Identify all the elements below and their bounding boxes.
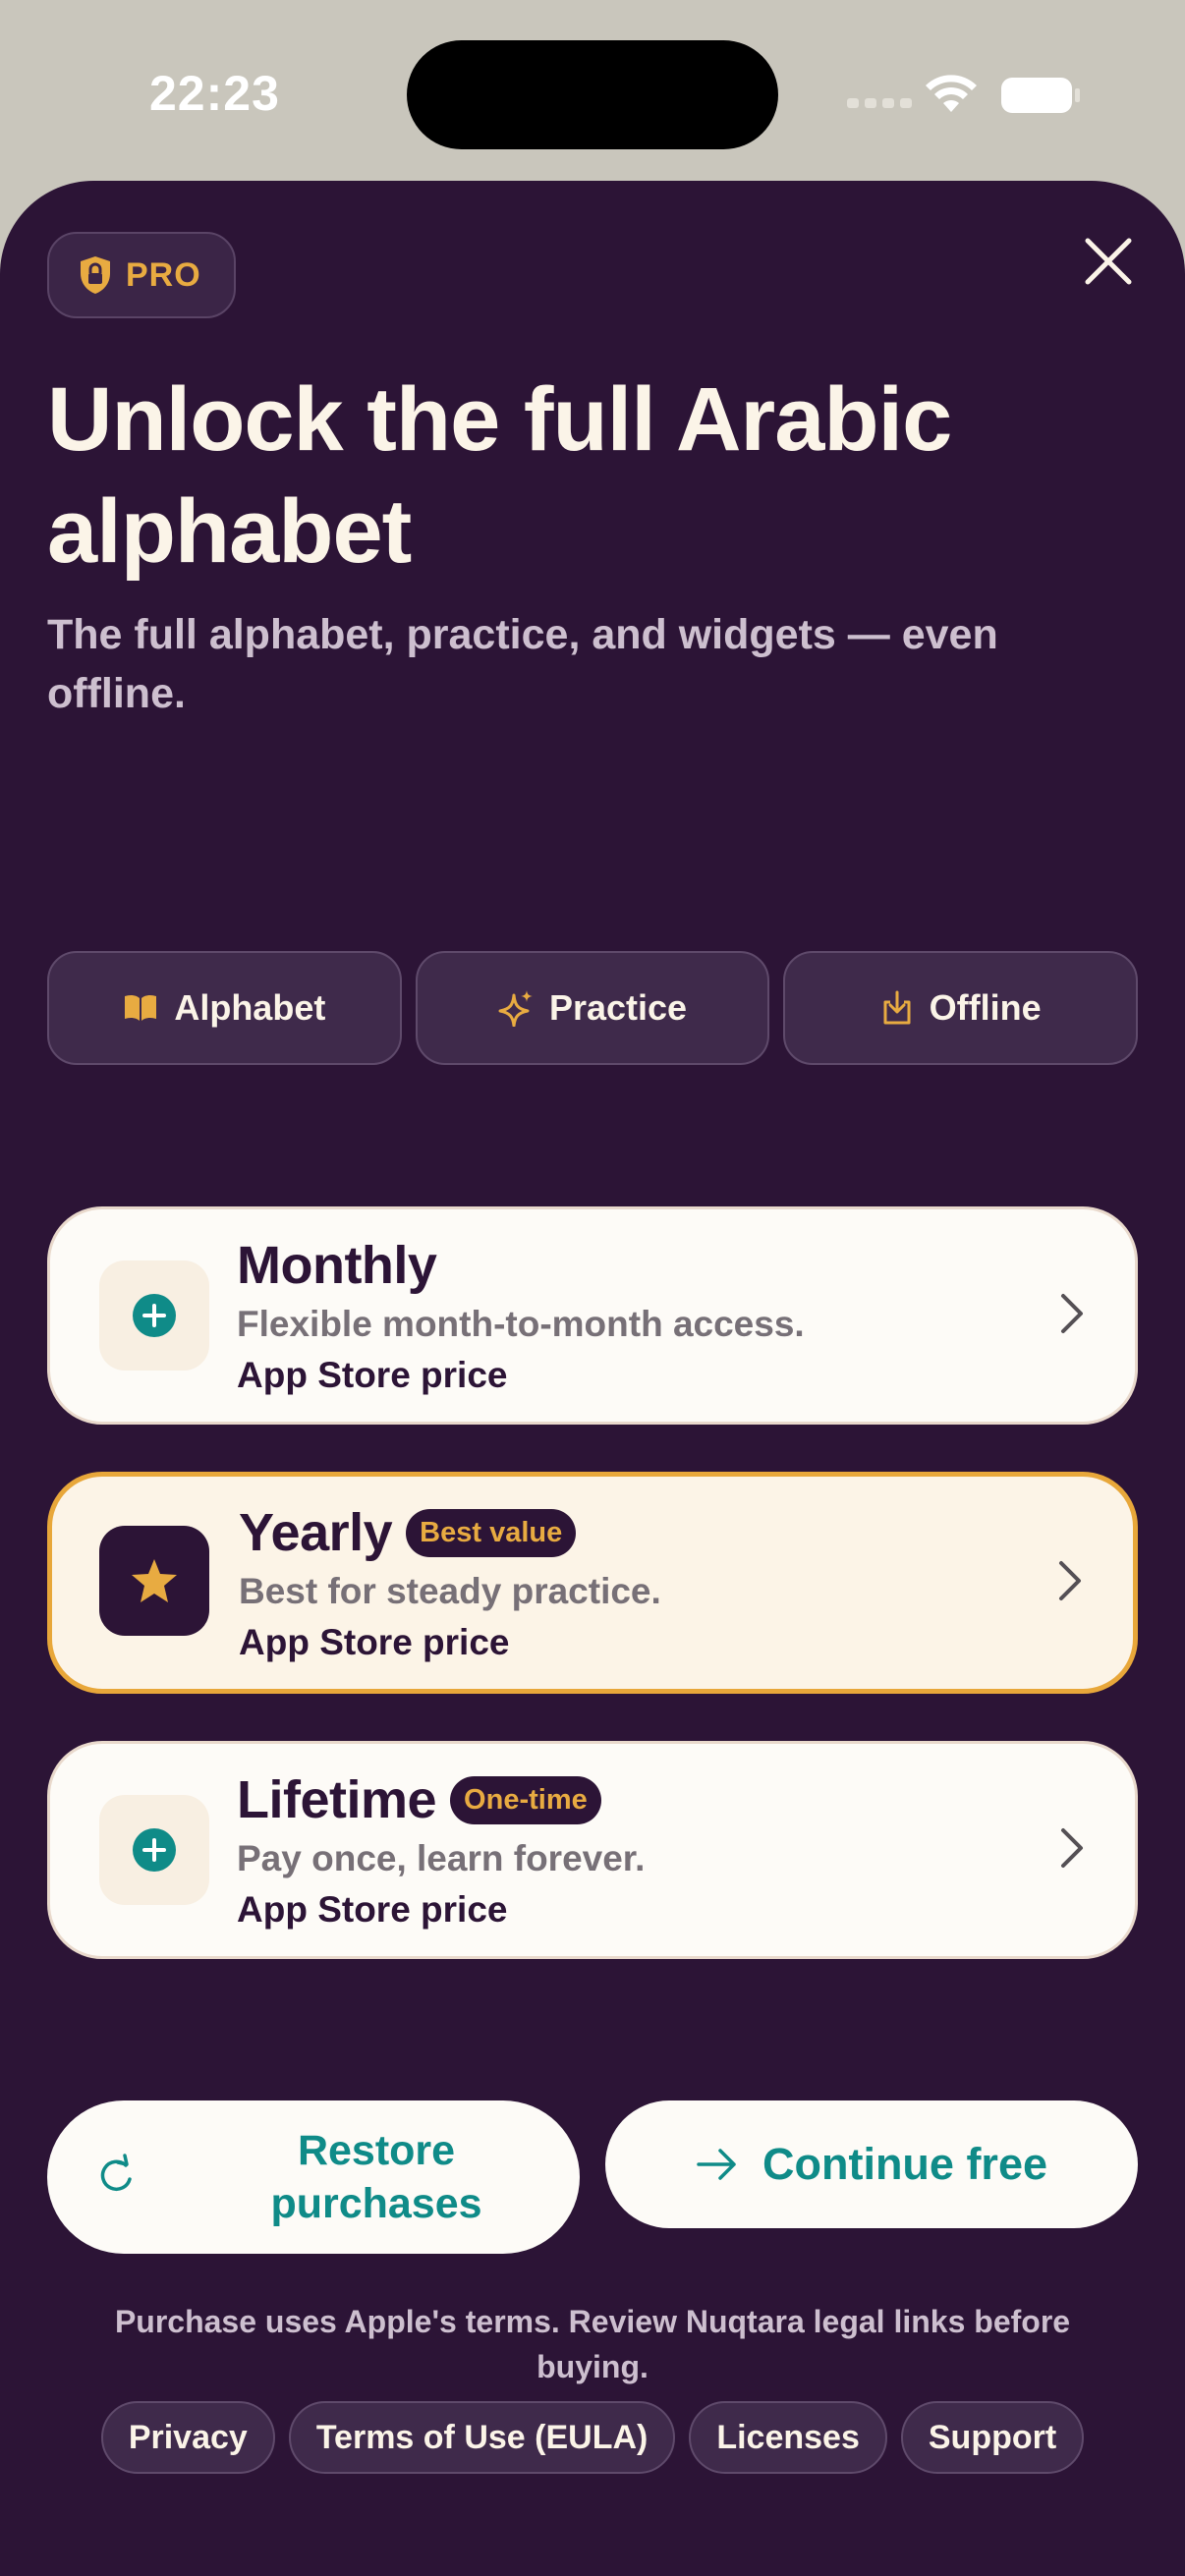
plan-card-monthly[interactable]: Monthly Flexible month-to-month access. … xyxy=(47,1206,1138,1425)
page-title: Unlock the full Arabic alphabet xyxy=(47,369,952,582)
plan-description: Pay once, learn forever. xyxy=(237,1838,646,1878)
plus-circle-icon xyxy=(133,1828,176,1872)
plan-price: App Store price xyxy=(237,1355,508,1395)
plan-card-lifetime[interactable]: Lifetime One-time Pay once, learn foreve… xyxy=(47,1741,1138,1959)
download-icon xyxy=(883,990,911,1025)
chevron-right-icon xyxy=(1061,1828,1083,1868)
feature-label: Practice xyxy=(548,987,688,1028)
close-icon xyxy=(1085,238,1132,285)
plan-description: Best for steady practice. xyxy=(239,1571,661,1611)
plan-icon-tile xyxy=(99,1795,209,1905)
restore-purchases-button[interactable]: Restore purchases xyxy=(47,2100,580,2254)
continue-free-button[interactable]: Continue free xyxy=(605,2100,1138,2228)
feature-label: Alphabet xyxy=(174,987,326,1028)
plan-name-row: Monthly xyxy=(237,1235,437,1296)
best-value-badge: Best value xyxy=(406,1508,577,1557)
close-button[interactable] xyxy=(1077,230,1140,293)
lock-icon xyxy=(81,256,110,294)
restore-purchases-label: Restore purchases xyxy=(270,2127,482,2227)
refresh-icon xyxy=(100,2154,132,2192)
feature-list: Alphabet Practice Offline xyxy=(47,951,1139,1065)
terms-of-use-link[interactable]: Terms of Use (EULA) xyxy=(288,2401,676,2474)
sparkle-icon xyxy=(498,990,533,1027)
page-subtitle: The full alphabet, practice, and widgets… xyxy=(47,611,998,717)
licenses-link[interactable]: Licenses xyxy=(689,2401,887,2474)
cellular-signal-icon xyxy=(847,98,912,108)
status-time: 22:23 xyxy=(149,66,280,121)
dynamic-island xyxy=(407,40,778,149)
book-icon xyxy=(125,994,157,1021)
support-link[interactable]: Support xyxy=(900,2401,1085,2474)
wifi-icon xyxy=(926,75,977,112)
legal-notice: Purchase uses Apple's terms. Review Nuqt… xyxy=(114,2304,1071,2384)
plan-icon-tile xyxy=(99,1526,209,1636)
battery-icon xyxy=(1001,78,1080,113)
continue-free-label: Continue free xyxy=(762,2139,1048,2189)
plan-icon-tile xyxy=(99,1260,209,1371)
feature-chip-offline: Offline xyxy=(783,951,1139,1065)
plan-price: App Store price xyxy=(239,1622,510,1662)
plan-name: Lifetime xyxy=(237,1770,437,1829)
privacy-link[interactable]: Privacy xyxy=(100,2401,275,2474)
plan-name: Monthly xyxy=(237,1236,437,1295)
plan-price: App Store price xyxy=(237,1889,508,1930)
feature-chip-alphabet: Alphabet xyxy=(47,951,402,1065)
feature-chip-practice: Practice xyxy=(415,951,770,1065)
plan-card-yearly[interactable]: Yearly Best value Best for steady practi… xyxy=(47,1472,1138,1694)
chevron-right-icon xyxy=(1059,1561,1081,1600)
feature-label: Offline xyxy=(929,987,1042,1028)
plan-name-row: Yearly Best value xyxy=(239,1502,577,1563)
star-icon xyxy=(132,1559,177,1602)
pro-badge: PRO xyxy=(47,232,236,318)
legal-links: Privacy Terms of Use (EULA) Licenses Sup… xyxy=(0,2401,1185,2474)
arrow-right-icon xyxy=(697,2149,736,2180)
pro-badge-label: PRO xyxy=(126,255,201,294)
status-bar: 22:23 xyxy=(0,0,1185,187)
chevron-right-icon xyxy=(1061,1294,1083,1333)
plan-description: Flexible month-to-month access. xyxy=(237,1304,805,1344)
plan-name: Yearly xyxy=(239,1503,393,1562)
plus-circle-icon xyxy=(133,1294,176,1337)
plan-name-row: Lifetime One-time xyxy=(237,1769,601,1830)
one-time-badge: One-time xyxy=(450,1775,601,1824)
